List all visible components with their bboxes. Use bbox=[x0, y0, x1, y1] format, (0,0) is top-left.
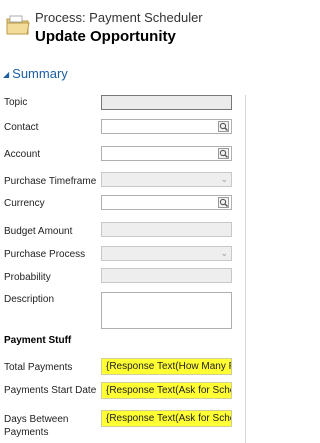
purchase-process-select[interactable]: ⌄ bbox=[101, 246, 232, 261]
form-scroll-edge bbox=[245, 95, 246, 443]
summary-section-title: Summary bbox=[12, 66, 68, 81]
description-textarea[interactable] bbox=[101, 292, 232, 329]
budget-amount-field[interactable] bbox=[101, 222, 232, 237]
process-folder-icon bbox=[6, 15, 30, 35]
days-between-payments-label: Days Between Payments bbox=[4, 414, 69, 438]
collapse-triangle-icon: ◢ bbox=[3, 70, 10, 79]
purchase-timeframe-select[interactable]: ⌄ bbox=[101, 172, 232, 187]
payment-stuff-heading: Payment Stuff bbox=[4, 335, 72, 346]
purchase-process-label: Purchase Process bbox=[4, 249, 86, 260]
contact-lookup[interactable] bbox=[101, 119, 232, 134]
total-payments-field[interactable]: {Response Text(How Many Pa bbox=[101, 358, 232, 375]
probability-label: Probability bbox=[4, 272, 51, 283]
page-title: Update Opportunity bbox=[35, 28, 176, 45]
lookup-icon[interactable] bbox=[218, 148, 229, 159]
process-name: Process: Payment Scheduler bbox=[35, 10, 203, 25]
lookup-icon[interactable] bbox=[218, 121, 229, 132]
topic-label: Topic bbox=[4, 97, 28, 108]
account-label: Account bbox=[4, 149, 41, 160]
account-lookup[interactable] bbox=[101, 146, 232, 161]
payments-start-date-field[interactable]: {Response Text(Ask for Sched bbox=[101, 382, 232, 399]
chevron-down-icon: ⌄ bbox=[220, 248, 228, 258]
payments-start-date-label: Payments Start Date bbox=[4, 385, 97, 396]
chevron-down-icon: ⌄ bbox=[220, 174, 228, 184]
total-payments-label: Total Payments bbox=[4, 362, 73, 373]
purchase-timeframe-label: Purchase Timeframe bbox=[4, 176, 97, 187]
topic-field[interactable] bbox=[101, 95, 232, 110]
days-between-payments-field[interactable]: {Response Text(Ask for Sched bbox=[101, 410, 232, 427]
currency-lookup[interactable] bbox=[101, 195, 232, 210]
currency-label: Currency bbox=[4, 198, 45, 209]
summary-section-toggle[interactable]: ◢ Summary bbox=[3, 66, 68, 81]
description-label: Description bbox=[4, 294, 55, 305]
budget-amount-label: Budget Amount bbox=[4, 226, 73, 237]
lookup-icon[interactable] bbox=[218, 197, 229, 208]
probability-field[interactable] bbox=[101, 268, 232, 283]
contact-label: Contact bbox=[4, 122, 39, 133]
